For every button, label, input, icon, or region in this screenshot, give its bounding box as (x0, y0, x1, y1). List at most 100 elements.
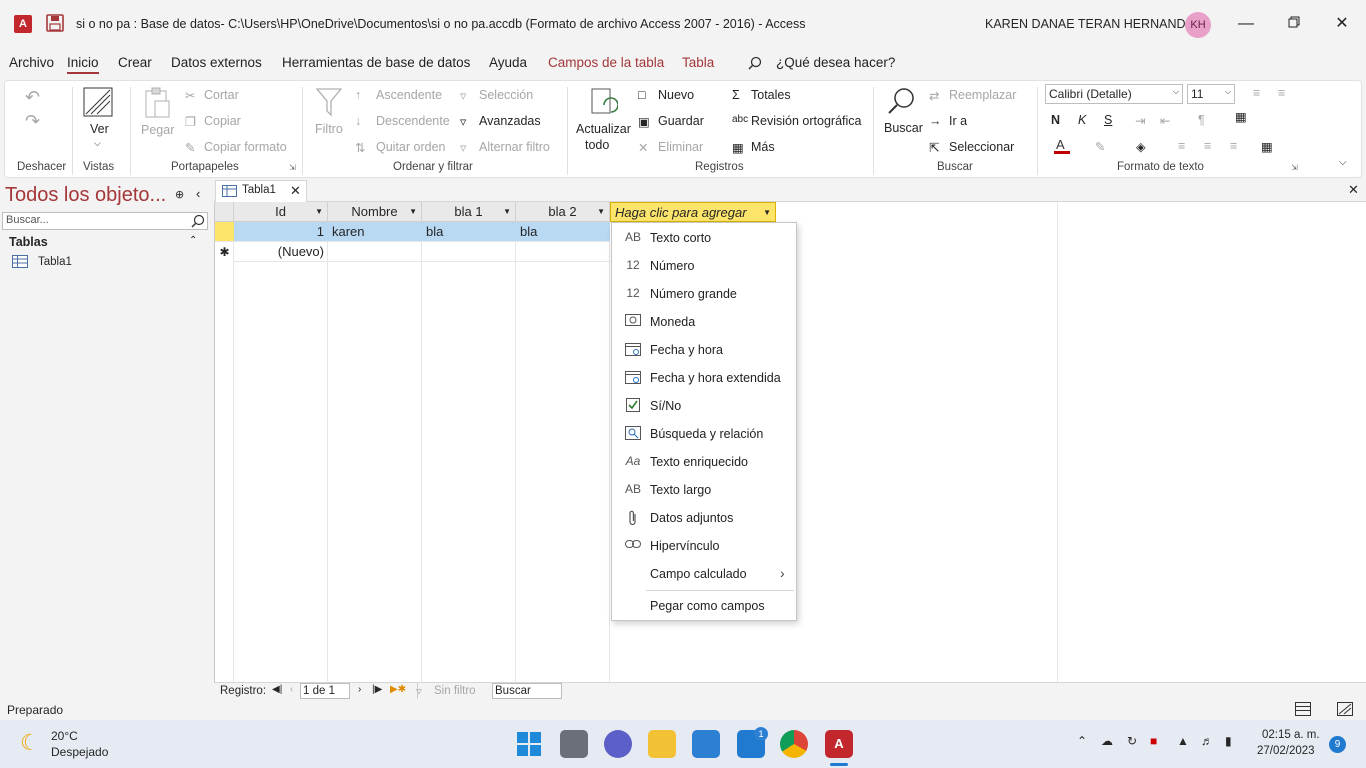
gridlines-icon[interactable]: ▦ (1235, 109, 1247, 124)
menu-item-campo-calculado[interactable]: Campo calculado › (612, 560, 796, 588)
spellcheck-icon[interactable]: abc (732, 114, 748, 125)
sort-asc-icon[interactable]: ↑ (355, 88, 361, 102)
new-record-nav-icon[interactable]: ▶✱ (390, 684, 406, 695)
filter-icon[interactable] (315, 87, 343, 120)
column-header-nombre[interactable]: Nombre ▼ (328, 202, 422, 222)
table-cell[interactable]: 1 (234, 222, 328, 242)
nav-menu-icon[interactable]: ⊕ (175, 188, 184, 201)
menu-item-numero[interactable]: 12 Número (612, 252, 796, 280)
menu-item-pegar-como-campos[interactable]: Pegar como campos (612, 592, 796, 620)
collapse-pane-icon[interactable]: ‹ (196, 186, 200, 201)
bullets-icon[interactable]: ≡ (1253, 86, 1260, 100)
paragraph-icon[interactable]: ¶ (1198, 113, 1205, 127)
user-name[interactable]: KAREN DANAE TERAN HERNANDEZ (985, 17, 1201, 31)
task-view-icon[interactable] (560, 730, 588, 758)
menu-item-si-no[interactable]: Sí/No (612, 392, 796, 420)
redo-icon[interactable]: ↷ (25, 111, 40, 132)
fill-color-icon[interactable]: ◈ (1136, 139, 1146, 154)
copiar-formato-button[interactable]: Copiar formato (204, 140, 287, 154)
chevron-up-icon[interactable]: ⌃ (1077, 734, 1087, 748)
cursor-icon[interactable]: ⇱ (929, 140, 939, 155)
onedrive-icon[interactable]: ☁ (1101, 734, 1113, 748)
menu-item-texto-largo[interactable]: AB Texto largo (612, 476, 796, 504)
font-name-select[interactable]: Calibri (Detalle) ⌵ (1045, 84, 1183, 104)
record-search-input[interactable]: Buscar (492, 683, 562, 699)
nav-section-tablas[interactable]: Tablas (9, 235, 48, 249)
copiar-button[interactable]: Copiar (204, 114, 241, 128)
menu-item-moneda[interactable]: Moneda (612, 308, 796, 336)
filtro-button[interactable]: Filtro (315, 122, 343, 136)
alternate-fill-icon[interactable]: ▦ (1261, 139, 1273, 154)
nuevo-button[interactable]: Nuevo (658, 88, 694, 102)
delete-icon[interactable]: ✕ (638, 140, 648, 155)
nav-pane-heading[interactable]: Todos los objeto... (5, 184, 166, 207)
notification-app-icon[interactable]: ■ (1150, 734, 1157, 748)
tab-ayuda[interactable]: Ayuda (489, 55, 527, 70)
dropdown-arrow-icon[interactable]: ▼ (597, 202, 605, 222)
revision-button[interactable]: Revisión ortográfica (751, 114, 861, 128)
close-document-icon[interactable]: ✕ (1348, 182, 1359, 198)
actualizar-todo-label[interactable]: todo (585, 138, 609, 152)
dropdown-arrow-icon[interactable]: ▼ (315, 202, 323, 222)
close-icon[interactable]: ✕ (1330, 12, 1354, 36)
file-explorer-icon[interactable] (648, 730, 676, 758)
undo-icon[interactable]: ↶ (25, 87, 40, 108)
dropdown-arrow-icon[interactable]: ▼ (763, 203, 771, 223)
chevron-down-icon[interactable]: ⌵ (94, 138, 101, 149)
cortar-button[interactable]: Cortar (204, 88, 239, 102)
table-cell[interactable]: karen (328, 222, 422, 242)
select-all-corner[interactable] (215, 202, 234, 222)
table-cell[interactable]: bla (516, 222, 610, 242)
menu-item-numero-grande[interactable]: 12 Número grande (612, 280, 796, 308)
sort-desc-icon[interactable]: ↓ (355, 114, 361, 128)
seleccionar-button[interactable]: Seleccionar (949, 140, 1014, 154)
sync-icon[interactable]: ↻ (1127, 734, 1137, 748)
advanced-filter-icon[interactable]: ▿ (460, 114, 466, 129)
toggle-filter-icon[interactable]: ▿ (460, 140, 466, 155)
menu-item-texto-enriquecido[interactable]: Aa Texto enriquecido (612, 448, 796, 476)
find-icon[interactable] (887, 86, 917, 119)
design-view-icon[interactable] (1337, 702, 1353, 719)
first-record-icon[interactable]: ◀| (272, 684, 282, 695)
table-cell[interactable] (516, 242, 610, 262)
next-record-icon[interactable]: › (358, 684, 361, 695)
column-header-bla2[interactable]: bla 2 ▼ (516, 202, 610, 222)
alternar-filtro-button[interactable]: Alternar filtro (479, 140, 550, 154)
bold-button[interactable]: N (1051, 113, 1060, 127)
table-cell[interactable] (422, 242, 516, 262)
column-header-add-field[interactable]: Haga clic para agregar ▼ (610, 202, 776, 222)
descendente-button[interactable]: Descendente (376, 114, 450, 128)
menu-item-busqueda-relacion[interactable]: Búsqueda y relación (612, 420, 796, 448)
save-record-icon[interactable]: ▣ (638, 114, 650, 129)
new-record-asterisk-icon[interactable]: ✱ (215, 242, 234, 262)
filter-status[interactable]: Sin filtro (434, 685, 476, 697)
underline-button[interactable]: S (1104, 113, 1112, 127)
ver-button[interactable]: Ver (90, 122, 109, 136)
tab-inicio[interactable]: Inicio (67, 55, 99, 74)
actualizar-button[interactable]: Actualizar (576, 122, 631, 136)
record-position-input[interactable]: 1 de 1 (300, 683, 350, 699)
notifications-badge[interactable]: 9 (1329, 736, 1346, 753)
ir-a-button[interactable]: Ir a (949, 114, 967, 128)
column-header-id[interactable]: Id ▼ (234, 202, 328, 222)
refresh-icon[interactable] (590, 87, 619, 120)
chevron-up-icon[interactable]: ⌃ (189, 235, 197, 246)
indent-decrease-icon[interactable]: ⇤ (1160, 113, 1170, 128)
nav-search-input[interactable]: Buscar... (2, 212, 208, 230)
dropdown-arrow-icon[interactable]: ▼ (503, 202, 511, 222)
buscar-button[interactable]: Buscar (884, 121, 923, 135)
paste-icon[interactable] (143, 87, 171, 122)
menu-item-fecha-hora[interactable]: Fecha y hora (612, 336, 796, 364)
reemplazar-button[interactable]: Reemplazar (949, 88, 1016, 102)
highlight-icon[interactable]: ✎ (1095, 139, 1105, 154)
align-left-icon[interactable]: ≡ (1178, 139, 1185, 153)
clock-date[interactable]: 27/02/2023 (1257, 745, 1315, 757)
font-dialog-launcher-icon[interactable]: ⇲ (1291, 163, 1298, 172)
more-icon[interactable]: ▦ (732, 140, 744, 155)
totales-button[interactable]: Totales (751, 88, 791, 102)
align-center-icon[interactable]: ≡ (1204, 139, 1211, 153)
replace-icon[interactable]: ⇄ (929, 88, 939, 103)
tab-campos-tabla[interactable]: Campos de la tabla (548, 55, 664, 70)
restore-icon[interactable] (1282, 12, 1306, 36)
datasheet-view-icon[interactable] (1295, 702, 1311, 719)
